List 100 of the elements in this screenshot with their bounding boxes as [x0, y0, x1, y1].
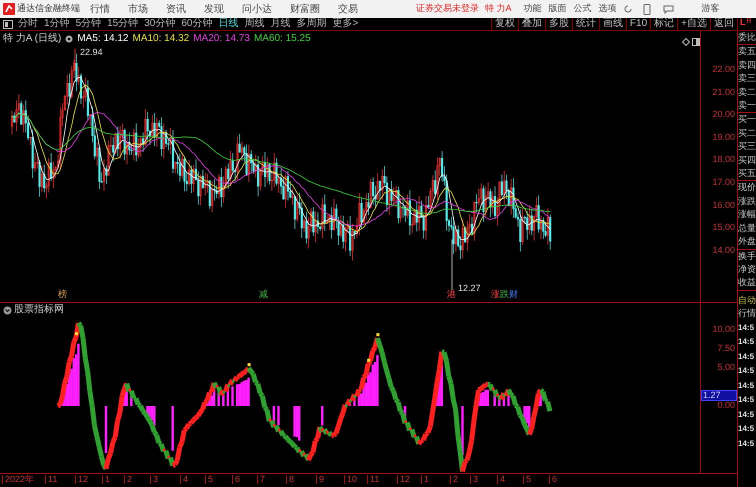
- auto-mode-label[interactable]: 自动: [738, 294, 756, 308]
- menu-item[interactable]: 市场: [128, 2, 148, 16]
- period-tab[interactable]: 多周期: [296, 19, 326, 29]
- chart-title: 特 力A (日线): [3, 34, 62, 44]
- tick-time: 14:5: [738, 394, 756, 406]
- moving-average-label: MA60: 15.25: [254, 34, 311, 44]
- date-axis-label: 9: [316, 475, 324, 484]
- app-title: 通达信金融终端: [17, 2, 80, 16]
- quote-field-label: 买一: [738, 113, 756, 126]
- date-axis-label: 1: [102, 475, 110, 484]
- tick-time: 14:5: [738, 438, 756, 450]
- price-axis-label: 14.00: [712, 246, 735, 255]
- period-tab[interactable]: 更多>: [332, 19, 358, 29]
- menu-item[interactable]: 资讯: [166, 2, 186, 16]
- quote-field-label: 买二: [738, 126, 756, 140]
- period-tab[interactable]: 月线: [270, 19, 290, 29]
- price-axis-label: 21.00: [712, 88, 735, 97]
- date-axis-label: 2: [124, 475, 132, 484]
- moving-average-label: MA20: 14.73: [193, 34, 250, 44]
- quote-field-label: 卖四: [738, 58, 756, 72]
- quote-field-label: 现价: [738, 181, 756, 194]
- price-axis-label: 15.00: [712, 223, 735, 232]
- period-tab[interactable]: 15分钟: [107, 19, 138, 29]
- indicator-title: 股票指标网: [14, 305, 64, 315]
- indicator-axis-label: 5.00: [717, 363, 735, 372]
- toolbar-button[interactable]: 返回: [710, 18, 737, 30]
- toolbar-button[interactable]: 标记: [650, 18, 678, 30]
- period-tab[interactable]: 5分钟: [76, 19, 102, 29]
- menu-item[interactable]: 发现: [204, 2, 224, 16]
- toolbar-button[interactable]: 多股: [544, 18, 572, 30]
- date-axis-label: 6: [549, 475, 558, 484]
- price-axis-label: 19.00: [712, 132, 735, 142]
- period-tab[interactable]: 30分钟: [144, 19, 176, 29]
- dropdown-icon[interactable]: [3, 306, 12, 314]
- quote-field-label: 换手: [738, 250, 756, 262]
- refresh-icon[interactable]: [622, 4, 633, 14]
- user-label[interactable]: 游客: [702, 2, 720, 16]
- date-axis-label: 5: [205, 475, 214, 484]
- quote-field-label: 卖五: [738, 45, 756, 58]
- toolbar-button[interactable]: 统计: [572, 18, 599, 30]
- moving-average-label: MA5: 14.12: [77, 34, 128, 44]
- toolbar-button[interactable]: +自选: [677, 18, 710, 30]
- quote-field-label: 涨跌: [738, 194, 756, 208]
- quote-field-label: 买三: [738, 140, 756, 154]
- price-axis-label: 17.00: [712, 178, 735, 187]
- menu-item[interactable]: 版面: [548, 2, 567, 16]
- toolbar-button[interactable]: F10: [626, 18, 650, 30]
- price-wick-line: [74, 48, 76, 70]
- high-price-label: 22.94: [80, 48, 103, 57]
- menu-item[interactable]: 行情: [90, 2, 110, 16]
- quote-field-label: 总量: [738, 222, 756, 235]
- price-axis-label: 16.00: [712, 200, 735, 210]
- quote-field-label: 卖一: [738, 99, 756, 112]
- panel-toggle-icon[interactable]: [3, 20, 13, 28]
- date-axis-label: 4: [497, 475, 506, 484]
- date-axis-label: 2: [450, 475, 458, 484]
- quote-field-label: 买五: [738, 167, 756, 180]
- period-tab[interactable]: 周线: [244, 19, 264, 29]
- date-axis-label: 12: [397, 475, 410, 484]
- quote-field-label: 委比: [738, 31, 756, 44]
- menu-item[interactable]: 财富圈: [290, 2, 320, 16]
- event-marker[interactable]: 跌: [500, 290, 509, 299]
- menu-item[interactable]: 问小达: [242, 2, 272, 16]
- toolbar-button[interactable]: 画线: [598, 18, 626, 30]
- date-axis-label: 10: [344, 475, 358, 484]
- date-axis-label: 3: [470, 475, 478, 484]
- event-marker[interactable]: 涨: [491, 290, 500, 299]
- panel-toggle-icon[interactable]: [692, 38, 700, 46]
- event-marker[interactable]: 减: [259, 290, 268, 299]
- period-tab[interactable]: 1分钟: [44, 19, 70, 29]
- stock-name: 特 力A: [485, 2, 512, 16]
- price-axis-label: 20.00: [712, 110, 735, 120]
- panel-switch[interactable]: L: [740, 18, 746, 27]
- menu-item[interactable]: 选项: [598, 2, 617, 16]
- date-axis-label: 1: [421, 475, 430, 484]
- period-tab[interactable]: 日线: [218, 19, 238, 29]
- quote-field-label: 买四: [738, 154, 756, 167]
- login-status[interactable]: 证券交易未登录: [416, 2, 479, 16]
- tick-time: 14:5: [738, 408, 756, 421]
- menu-item[interactable]: 交易: [338, 2, 358, 16]
- menu-item[interactable]: 公式: [574, 2, 592, 16]
- toolbar-button[interactable]: 复权: [490, 18, 518, 30]
- period-tab[interactable]: 分时: [18, 19, 38, 29]
- event-marker[interactable]: 港: [447, 290, 456, 299]
- indicator-axis-label: 0.00: [717, 401, 735, 410]
- tick-time: 14:5: [738, 336, 756, 348]
- date-axis-label: 5: [523, 475, 532, 484]
- menu-item[interactable]: 功能: [524, 2, 542, 16]
- period-tab[interactable]: 60分钟: [181, 19, 212, 29]
- phone-icon[interactable]: [642, 4, 651, 14]
- price-axis-label: 22.00: [712, 65, 735, 74]
- event-marker[interactable]: 财: [509, 290, 518, 299]
- event-marker[interactable]: 榜: [58, 290, 67, 299]
- tick-time: 14:5: [738, 350, 756, 363]
- moving-average-label: MA10: 14.32: [132, 34, 190, 44]
- diamond-icon[interactable]: [682, 38, 690, 46]
- toolbar-button[interactable]: 叠加: [518, 18, 545, 30]
- quote-field-label: 净资: [738, 262, 756, 276]
- message-icon[interactable]: [662, 4, 674, 14]
- app-logo-icon: [3, 3, 15, 15]
